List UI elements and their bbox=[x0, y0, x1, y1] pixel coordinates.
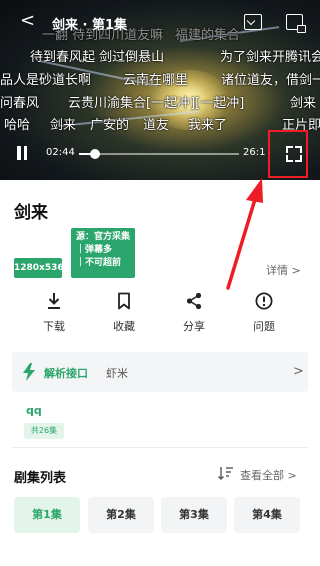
pause-icon[interactable] bbox=[16, 146, 28, 160]
cast-tv-icon[interactable] bbox=[244, 14, 262, 30]
picture-in-picture-icon[interactable] bbox=[286, 14, 306, 33]
episode-count-badge: 共26集 bbox=[24, 423, 64, 439]
details-link[interactable]: 详情 > bbox=[266, 262, 301, 278]
sort-icon[interactable] bbox=[218, 466, 234, 480]
parser-selector[interactable]: 解析接口 虾米 > bbox=[12, 352, 308, 392]
video-title: 剑来 bbox=[14, 203, 48, 223]
player-title: 剑来 · 第1集 bbox=[52, 18, 128, 33]
danmaku-comment: 道友 bbox=[143, 118, 170, 133]
share-label: 分享 bbox=[183, 320, 205, 333]
source-info-line: ｜弹幕多 bbox=[76, 245, 113, 255]
fullscreen-icon[interactable] bbox=[286, 146, 302, 162]
share-icon bbox=[186, 292, 202, 310]
bookmark-label: 收藏 bbox=[113, 320, 135, 333]
danmaku-comment: 云南在哪里 bbox=[123, 73, 189, 88]
episode-button[interactable]: 第1集 bbox=[14, 497, 80, 533]
chevron-right-icon: > bbox=[293, 364, 304, 379]
divider bbox=[12, 447, 308, 448]
source-info-line: 源：官方采集 bbox=[76, 232, 131, 242]
episode-button[interactable]: 第3集 bbox=[161, 497, 227, 533]
danmaku-comment: 为了剑来开腾讯会 bbox=[220, 50, 320, 65]
problem-label: 问题 bbox=[253, 320, 275, 333]
danmaku-comment: 剑来 bbox=[290, 96, 317, 111]
danmaku-comment: 云贵川渝集合[一起冲][一起冲] bbox=[68, 96, 245, 111]
danmaku-comment: 我来了 bbox=[188, 118, 228, 133]
source-info-badge: 源：官方采集 ｜弹幕多 ｜不可超前 bbox=[71, 228, 135, 278]
download-label: 下载 bbox=[43, 320, 65, 333]
source-info-line: ｜不可超前 bbox=[76, 258, 122, 268]
action-bar: 下载 收藏 分享 问题 bbox=[0, 292, 320, 336]
danmaku-comment: 哈哈 bbox=[4, 118, 31, 133]
danmaku-comment: 问春风 bbox=[0, 96, 40, 111]
episode-button[interactable]: 第4集 bbox=[234, 497, 300, 533]
bookmark-icon bbox=[118, 292, 130, 310]
lightning-icon bbox=[23, 363, 35, 381]
progress-knob[interactable] bbox=[90, 149, 100, 159]
download-icon bbox=[48, 293, 60, 309]
danmaku-comment: 剑来 bbox=[50, 118, 77, 133]
parser-label: 解析接口 bbox=[44, 367, 88, 380]
current-time: 02:44 bbox=[46, 147, 75, 158]
danmaku-comment: 待到春风起 剑过倒悬山 bbox=[30, 50, 165, 65]
episode-list-title: 剧集列表 bbox=[14, 471, 67, 486]
alert-icon bbox=[255, 292, 273, 310]
total-time: 26:1 bbox=[243, 147, 266, 158]
resolution-badge: 1280x536 bbox=[14, 258, 64, 278]
parser-value: 虾米 bbox=[106, 367, 128, 380]
back-icon[interactable]: < bbox=[20, 12, 35, 30]
player-top-bar: < 剑来 · 第1集 bbox=[0, 0, 320, 40]
episode-button[interactable]: 第2集 bbox=[88, 497, 154, 533]
progress-bar[interactable] bbox=[79, 149, 239, 159]
source-name[interactable]: qq bbox=[26, 404, 42, 417]
view-all-link[interactable]: 查看全部 > bbox=[240, 467, 297, 483]
danmaku-comment: 诸位道友，借剑一 bbox=[221, 73, 320, 88]
danmaku-comment: 品人是砂道长啊 bbox=[0, 73, 92, 88]
danmaku-comment: 广安的 bbox=[90, 118, 130, 133]
